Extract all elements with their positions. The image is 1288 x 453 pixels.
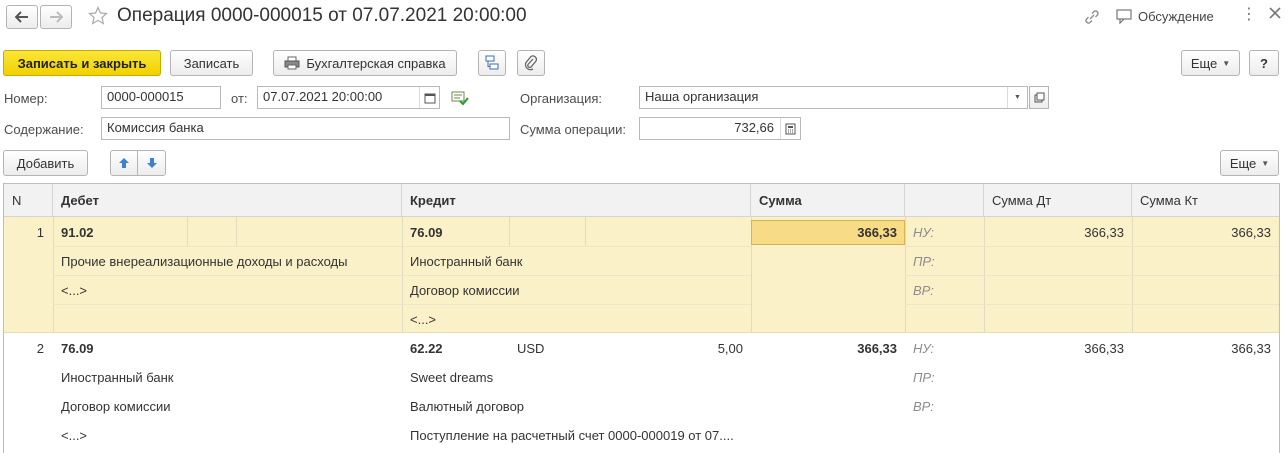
- tag-nu: НУ:: [913, 341, 935, 356]
- move-up-button[interactable]: [110, 150, 138, 176]
- credit-subconto-2[interactable]: Валютный договор: [410, 399, 524, 415]
- chat-icon: [1116, 8, 1132, 24]
- header-debit[interactable]: Дебет: [53, 184, 402, 217]
- sum-kt-value[interactable]: 366,33: [1132, 341, 1271, 357]
- page-title: Операция 0000-000015 от 07.07.2021 20:00…: [117, 5, 527, 26]
- debit-subconto-2[interactable]: Договор комиссии: [61, 399, 170, 415]
- header-sum-dt[interactable]: Сумма Дт: [984, 184, 1132, 217]
- credit-subconto-1[interactable]: Sweet dreams: [410, 370, 493, 386]
- number-field[interactable]: 0000-000015: [101, 86, 221, 109]
- date-value: 07.07.2021 20:00:00: [263, 89, 383, 104]
- add-button[interactable]: Добавить: [3, 150, 88, 176]
- sum-dt-value[interactable]: 366,33: [984, 341, 1124, 357]
- discussion-label: Обсуждение: [1138, 8, 1214, 24]
- report-label: Бухгалтерская справка: [306, 55, 446, 71]
- close-icon[interactable]: [1268, 6, 1284, 24]
- paperclip-icon: [524, 55, 537, 71]
- credit-subconto-3[interactable]: Поступление на расчетный счет 0000-00001…: [410, 428, 745, 444]
- credit-subconto-1[interactable]: Иностранный банк: [410, 254, 523, 270]
- table-row[interactable]: 2 76.09 Иностранный банк Договор комисси…: [4, 333, 1279, 453]
- more-menu-icon[interactable]: ⋮: [1241, 7, 1257, 24]
- operation-sum-value: 732,66: [734, 120, 774, 135]
- credit-subconto-2[interactable]: Договор комиссии: [410, 283, 519, 299]
- sum-dt-value[interactable]: 366,33: [984, 225, 1124, 241]
- credit-currency-amount[interactable]: 5,00: [594, 341, 743, 357]
- debit-subconto-3[interactable]: <...>: [61, 428, 87, 444]
- dropdown-arrow-icon: ▼: [1261, 158, 1270, 168]
- sum-kt-value[interactable]: 366,33: [1132, 225, 1271, 241]
- credit-subconto-3[interactable]: <...>: [410, 312, 436, 328]
- header-n[interactable]: N: [4, 184, 53, 217]
- debit-account[interactable]: 91.02: [61, 225, 94, 241]
- save-button[interactable]: Записать: [170, 50, 253, 76]
- number-label: Номер:: [4, 91, 48, 106]
- save-close-button[interactable]: Записать и закрыть: [3, 50, 161, 76]
- printer-icon: [284, 56, 300, 70]
- content-field[interactable]: Комиссия банка: [101, 117, 510, 140]
- structure-button[interactable]: [478, 50, 506, 76]
- table-more-button[interactable]: Еще ▼: [1220, 150, 1279, 176]
- operation-sum-label: Сумма операции:: [520, 122, 626, 137]
- forward-button[interactable]: [40, 5, 72, 29]
- sum-value: 366,33: [857, 225, 897, 240]
- table-row[interactable]: 1 91.02 Прочие внереализационные доходы …: [4, 217, 1279, 333]
- tag-vr: ВР:: [913, 283, 934, 298]
- operation-sum-field[interactable]: 732,66: [639, 117, 801, 140]
- link-icon[interactable]: [1083, 8, 1101, 26]
- dropdown-arrow-icon: ▼: [1014, 94, 1021, 101]
- header-tags: [905, 184, 984, 217]
- tag-vr: ВР:: [913, 399, 934, 414]
- sum-value[interactable]: 366,33: [751, 341, 897, 357]
- organization-label: Организация:: [520, 91, 603, 106]
- table-header: N Дебет Кредит Сумма Сумма Дт Сумма Кт: [4, 184, 1279, 217]
- row-number: 1: [36, 225, 44, 240]
- debit-subconto-2[interactable]: <...>: [61, 283, 87, 299]
- date-label: от:: [231, 91, 248, 106]
- discussion-button[interactable]: Обсуждение: [1116, 6, 1214, 26]
- table-more-label: Еще: [1229, 155, 1257, 171]
- arrow-up-icon: [119, 158, 129, 168]
- debit-subconto-1[interactable]: Прочие внереализационные доходы и расход…: [61, 254, 348, 270]
- hierarchy-icon: [485, 55, 499, 70]
- organization-field[interactable]: Наша организация ▼: [639, 86, 1028, 109]
- tag-pr: ПР:: [913, 254, 935, 269]
- more-button[interactable]: Еще ▼: [1181, 50, 1240, 76]
- date-field[interactable]: 07.07.2021 20:00:00: [257, 86, 440, 109]
- arrow-right-icon: [50, 11, 63, 23]
- posting-status-icon[interactable]: [451, 90, 469, 106]
- tag-nu: НУ:: [913, 225, 935, 240]
- move-down-button[interactable]: [137, 150, 166, 176]
- arrow-down-icon: [146, 158, 157, 168]
- calendar-icon: [424, 93, 435, 103]
- calculator-icon: [785, 123, 796, 134]
- help-button[interactable]: ?: [1249, 50, 1279, 76]
- open-icon: [1034, 92, 1044, 103]
- open-organization-button[interactable]: [1029, 86, 1049, 109]
- arrow-left-icon: [15, 11, 28, 23]
- header-sum[interactable]: Сумма: [751, 184, 905, 217]
- row-number: 2: [36, 341, 44, 356]
- organization-value: Наша организация: [645, 89, 759, 104]
- back-button[interactable]: [6, 5, 38, 29]
- dropdown-arrow-icon: ▼: [1222, 58, 1231, 68]
- debit-subconto-1[interactable]: Иностранный банк: [61, 370, 174, 386]
- credit-account[interactable]: 62.22: [410, 341, 443, 357]
- content-label: Содержание:: [4, 122, 84, 137]
- attach-button[interactable]: [517, 50, 545, 76]
- report-button[interactable]: Бухгалтерская справка: [273, 50, 457, 76]
- organization-dropdown-button[interactable]: ▼: [1007, 87, 1027, 108]
- header-sum-kt[interactable]: Сумма Кт: [1132, 184, 1279, 217]
- credit-currency[interactable]: USD: [517, 341, 544, 357]
- debit-account[interactable]: 76.09: [61, 341, 94, 357]
- tag-pr: ПР:: [913, 370, 935, 385]
- credit-account[interactable]: 76.09: [410, 225, 443, 241]
- header-credit[interactable]: Кредит: [402, 184, 751, 217]
- entries-table: N Дебет Кредит Сумма Сумма Дт Сумма Кт 1…: [3, 183, 1280, 453]
- calculator-button[interactable]: [780, 118, 800, 139]
- calendar-button[interactable]: [419, 87, 439, 108]
- more-label: Еще: [1190, 55, 1218, 71]
- favorite-star-icon[interactable]: [88, 6, 108, 26]
